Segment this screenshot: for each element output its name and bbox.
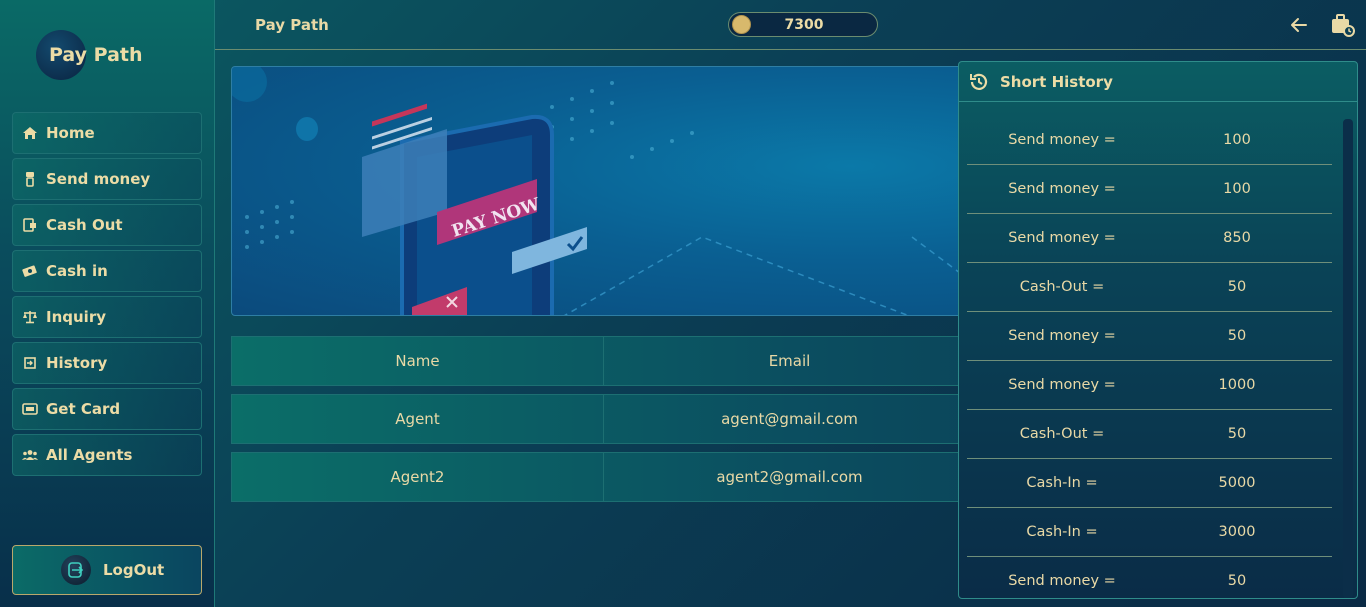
sidebar-item-all-agents[interactable]: All Agents <box>12 434 202 476</box>
agent-email: agent2@gmail.com <box>604 453 976 501</box>
list-item: Send money = 850 <box>967 214 1332 263</box>
transaction-type: Cash-In = <box>1026 524 1098 540</box>
users-icon <box>22 447 38 463</box>
sidebar-item-label: History <box>46 354 108 372</box>
top-bar: Pay Path 7300 <box>215 0 1366 50</box>
transaction-type: Send money = <box>1008 328 1116 344</box>
transaction-amount: 50 <box>1227 573 1247 589</box>
list-item: Send money = 100 <box>967 116 1332 165</box>
history-list: Send money = 100 Send money = 100 Send mon… <box>967 116 1332 598</box>
transaction-type: Send money = <box>1008 377 1116 393</box>
list-item: Send money = 50 <box>967 557 1332 598</box>
transaction-amount: 50 <box>1227 279 1247 295</box>
wallet-clock-icon[interactable] <box>1330 12 1356 38</box>
transaction-type: Cash-Out = <box>1019 426 1105 442</box>
column-header-email: Email <box>604 337 976 385</box>
list-item: Cash-In = 3000 <box>967 508 1332 557</box>
history-clock-icon <box>969 72 989 92</box>
transaction-type: Cash-In = <box>1026 475 1098 491</box>
logo-text: Pay Path <box>49 44 143 66</box>
transaction-amount: 100 <box>1223 132 1251 148</box>
app-logo[interactable]: Pay Path <box>36 30 186 82</box>
page-title: Pay Path <box>255 16 329 34</box>
sidebar-item-label: Cash in <box>46 262 108 280</box>
sidebar-item-get-card[interactable]: Get Card <box>12 388 202 430</box>
short-history-title: Short History <box>1000 72 1113 91</box>
sidebar-item-label: Send money <box>46 170 151 188</box>
history-icon <box>22 355 38 371</box>
short-history-header: Short History <box>959 62 1357 102</box>
sidebar-item-label: All Agents <box>46 446 133 464</box>
home-icon <box>22 125 38 141</box>
list-item: Cash-Out = 50 <box>967 263 1332 312</box>
sidebar-item-inquiry[interactable]: Inquiry <box>12 296 202 338</box>
transaction-type: Send money = <box>1008 573 1116 589</box>
sidebar: Pay Path Home Send money Cash Out Cash i… <box>0 0 215 607</box>
transaction-amount: 1000 <box>1218 377 1256 393</box>
transaction-amount: 100 <box>1223 181 1251 197</box>
history-scrollbar[interactable] <box>1343 119 1353 598</box>
sidebar-item-label: Get Card <box>46 400 121 418</box>
transaction-type: Cash-Out = <box>1019 279 1105 295</box>
balance-value: 7300 <box>784 17 824 33</box>
sidebar-nav: Home Send money Cash Out Cash in Inquiry <box>12 112 202 480</box>
logout-label: LogOut <box>103 561 165 579</box>
balance-pill: 7300 <box>728 12 878 37</box>
transaction-type: Send money = <box>1008 132 1116 148</box>
list-item: Send money = 50 <box>967 312 1332 361</box>
transaction-amount: 50 <box>1227 426 1247 442</box>
logout-button[interactable]: LogOut <box>12 545 202 595</box>
back-arrow-icon[interactable] <box>1288 14 1310 36</box>
transaction-type: Send money = <box>1008 181 1116 197</box>
list-item: Cash-Out = 50 <box>967 410 1332 459</box>
cash-in-icon <box>22 263 38 279</box>
scale-icon <box>22 309 38 325</box>
transaction-amount: 3000 <box>1218 524 1256 540</box>
logout-icon <box>61 555 91 585</box>
send-money-icon <box>22 171 38 187</box>
sidebar-item-history[interactable]: History <box>12 342 202 384</box>
sidebar-item-home[interactable]: Home <box>12 112 202 154</box>
sidebar-item-label: Inquiry <box>46 308 106 326</box>
transaction-amount: 5000 <box>1218 475 1256 491</box>
column-header-name: Name <box>232 337 604 385</box>
card-icon <box>22 401 38 417</box>
sidebar-item-cash-in[interactable]: Cash in <box>12 250 202 292</box>
sidebar-item-send-money[interactable]: Send money <box>12 158 202 200</box>
transaction-amount: 50 <box>1227 328 1247 344</box>
transaction-amount: 850 <box>1223 230 1251 246</box>
short-history-panel: Short History Send money = 100 Send money… <box>958 61 1358 599</box>
cash-out-icon <box>22 217 38 233</box>
agent-name: Agent <box>232 395 604 443</box>
agent-email: agent@gmail.com <box>604 395 976 443</box>
list-item: Send money = 100 <box>967 165 1332 214</box>
sidebar-item-label: Home <box>46 124 95 142</box>
agent-name: Agent2 <box>232 453 604 501</box>
sidebar-item-cash-out[interactable]: Cash Out <box>12 204 202 246</box>
list-item: Send money = 1000 <box>967 361 1332 410</box>
sidebar-item-label: Cash Out <box>46 216 123 234</box>
list-item: Cash-In = 5000 <box>967 459 1332 508</box>
transaction-type: Send money = <box>1008 230 1116 246</box>
